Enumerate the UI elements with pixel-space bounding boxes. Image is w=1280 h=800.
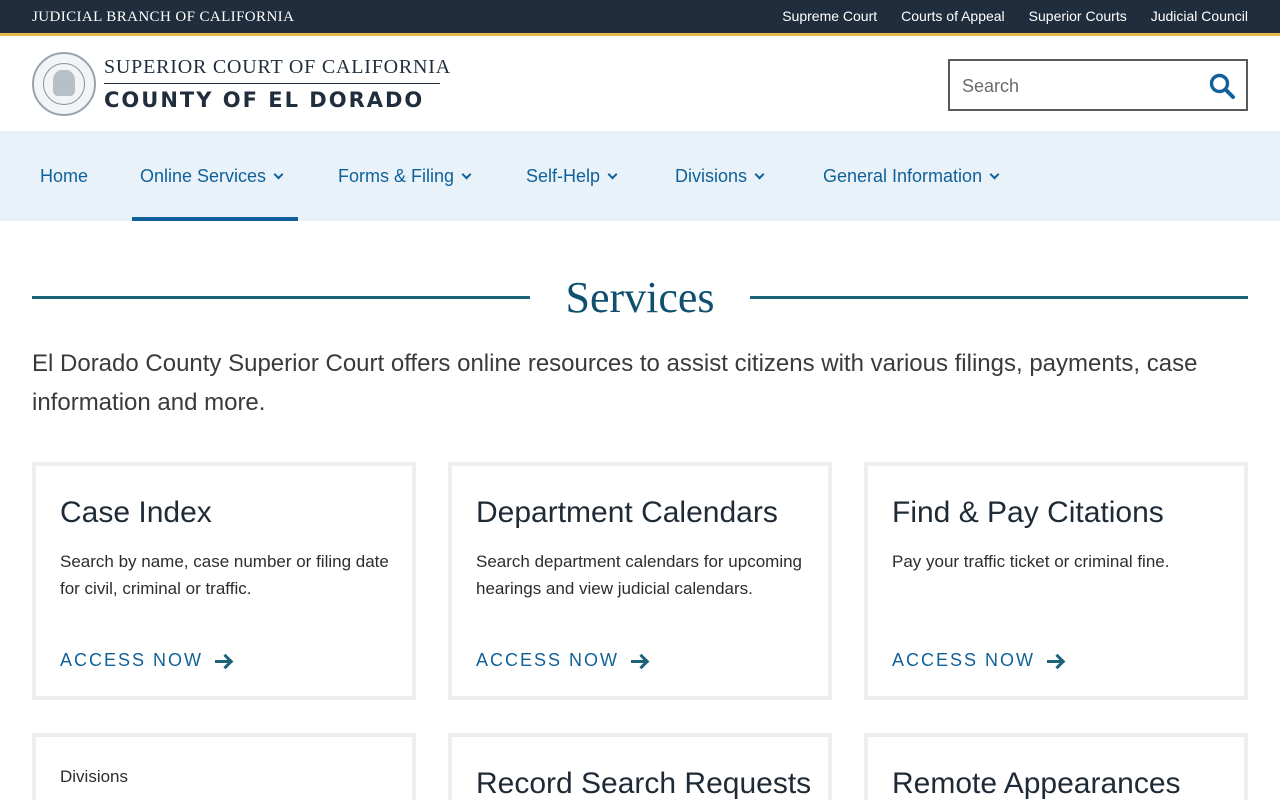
nav-item-label: Online Services [140,165,267,186]
link-judicial-council[interactable]: Judicial Council [1151,8,1248,24]
search-icon[interactable] [1208,72,1236,100]
access-now-label: ACCESS NOW [476,650,620,670]
top-utility-bar: JUDICIAL BRANCH OF CALIFORNIA Supreme Co… [0,0,1280,36]
nav-item-general-information[interactable]: General Information [823,131,1000,221]
service-card-record-search-requests: Record Search Requests [448,733,832,800]
chevron-down-icon [607,169,618,179]
intro-text: El Dorado County Superior Court offers o… [32,350,1198,416]
card-title: Department Calendars [476,496,778,529]
card-title: Record Search Requests [476,767,812,800]
heading-rule-right [750,296,1248,299]
nav-item-label: Forms & Filing [338,165,455,186]
nav-item-label: General Information [823,165,983,186]
court-name-line2[interactable]: COUNTY OF EL DORADO [104,88,424,112]
access-now-link[interactable]: ACCESS NOW [60,650,231,671]
card-description: Search department calendars for upcoming… [476,552,803,598]
service-card-case-index: Case Index Search by name, case number o… [32,462,416,700]
nav-item-divisions[interactable]: Divisions [675,131,765,221]
chevron-down-icon [989,169,1000,179]
judicial-branch-label: JUDICIAL BRANCH OF CALIFORNIA [32,9,295,25]
arrow-right-icon [215,654,231,668]
access-now-label: ACCESS NOW [60,650,204,670]
card-title: Find & Pay Citations [892,496,1164,529]
nav-item-label: Self-Help [526,165,601,186]
card-title: Case Index [60,496,212,529]
seal-figure-icon [53,70,75,96]
arrow-right-icon [631,654,647,668]
nav-item-home[interactable]: Home [40,131,88,221]
nav-item-label: Home [40,165,89,186]
service-card-find-pay-citations: Find & Pay Citations Pay your traffic ti… [864,462,1248,700]
nav-active-indicator [132,217,298,221]
card-title: Remote Appearances [892,767,1181,800]
chevron-down-icon [754,169,765,179]
nav-item-self-help[interactable]: Self-Help [526,131,618,221]
court-seal-logo[interactable] [32,52,96,116]
card-description: Pay your traffic ticket or criminal fine… [892,552,1170,571]
access-now-link[interactable]: ACCESS NOW [892,650,1063,671]
chevron-down-icon [273,169,284,179]
nav-item-forms-filing[interactable]: Forms & Filing [338,131,472,221]
link-superior-courts[interactable]: Superior Courts [1029,8,1127,24]
card-title: Divisions [60,767,129,786]
top-links: Supreme Court Courts of Appeal Superior … [782,8,1248,24]
chevron-down-icon [461,169,472,179]
service-card-remote-appearances: Remote Appearances [864,733,1248,800]
logo-divider [104,83,440,84]
card-description: Search by name, case number or filing da… [60,552,389,598]
link-courts-of-appeal[interactable]: Courts of Appeal [901,8,1005,24]
arrow-right-icon [1047,654,1063,668]
link-supreme-court[interactable]: Supreme Court [782,8,877,24]
access-now-label: ACCESS NOW [892,650,1036,670]
nav-item-online-services[interactable]: Online Services [140,131,284,221]
service-card-divisions: Divisions [32,733,416,800]
heading-rule-left [32,296,530,299]
site-header: SUPERIOR COURT OF CALIFORNIA COUNTY OF E… [0,39,1280,131]
service-card-department-calendars: Department Calendars Search department c… [448,462,832,700]
access-now-link[interactable]: ACCESS NOW [476,650,647,671]
court-name-line1[interactable]: SUPERIOR COURT OF CALIFORNIA [104,56,451,79]
page-title: Services [565,273,715,322]
search-box [948,59,1248,111]
nav-item-label: Divisions [675,165,748,186]
main-navigation: Home Online Services Forms & Filing Self… [0,131,1280,221]
search-input[interactable] [962,73,1202,99]
